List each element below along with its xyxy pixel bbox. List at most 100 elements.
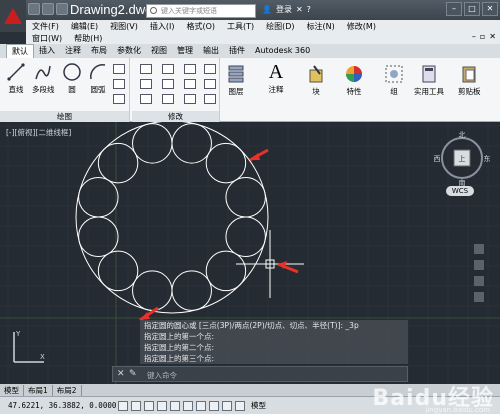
coordinate-readout[interactable]: 47.6221, 36.3882, 0.0000 xyxy=(0,401,118,410)
menu-item[interactable]: 视图(V) xyxy=(104,21,144,32)
command-line[interactable]: ✕ ✎ 键入命令 xyxy=(112,366,408,382)
menu-item[interactable]: 文件(F) xyxy=(26,21,65,32)
search-input[interactable]: 键入关键字或短语 xyxy=(146,4,256,18)
stretch-icon[interactable] xyxy=(140,94,152,104)
dynamic-ucs-icon[interactable] xyxy=(196,400,206,411)
inner-circle[interactable] xyxy=(97,142,139,184)
line-button[interactable]: 直线 xyxy=(6,62,26,95)
command-input[interactable]: 键入命令 xyxy=(147,370,177,381)
draw-panel-label[interactable]: 绘图 xyxy=(0,111,129,122)
inner-circle[interactable] xyxy=(171,270,212,311)
save-icon[interactable] xyxy=(56,3,68,15)
copy-icon[interactable] xyxy=(140,79,152,89)
ribbon-tab[interactable]: 注释 xyxy=(60,44,86,58)
inner-circle[interactable] xyxy=(78,177,119,218)
exchange-icon[interactable]: ✕ xyxy=(296,5,303,14)
outer-circle[interactable] xyxy=(75,122,269,314)
close-button[interactable]: ✕ xyxy=(482,2,498,16)
rectangle-icon[interactable] xyxy=(113,64,125,74)
minimize-button[interactable]: – xyxy=(446,2,462,16)
modify-panel-label[interactable]: 修改 xyxy=(132,111,219,122)
menu-item[interactable]: 窗口(W) xyxy=(26,33,68,44)
erase-icon[interactable] xyxy=(204,64,216,74)
rotate-icon[interactable] xyxy=(162,64,174,74)
hatch-icon[interactable] xyxy=(113,79,125,89)
trim-icon[interactable] xyxy=(184,64,196,74)
inner-circle[interactable] xyxy=(205,142,247,184)
ortho-icon[interactable] xyxy=(144,400,154,411)
layout-tab[interactable]: 模型 xyxy=(0,384,24,396)
lineweight-icon[interactable] xyxy=(222,400,232,411)
ribbon-tab[interactable]: 参数化 xyxy=(112,44,146,58)
close-command-icon[interactable]: ✕ xyxy=(117,369,125,379)
circle-button[interactable]: 圆 xyxy=(62,62,82,95)
layout-tab[interactable]: 布局2 xyxy=(53,384,82,396)
wrench-icon[interactable]: ✎ xyxy=(129,369,137,379)
doc-restore-button[interactable]: ▫ xyxy=(480,32,485,41)
ribbon-tab[interactable]: 管理 xyxy=(172,44,198,58)
ellipse-icon[interactable] xyxy=(113,94,125,104)
application-menu-button[interactable] xyxy=(0,0,26,32)
user-icon[interactable]: 👤 xyxy=(262,5,272,14)
snap-icon[interactable] xyxy=(118,400,128,411)
otrack-icon[interactable] xyxy=(183,400,193,411)
doc-minimize-button[interactable]: – xyxy=(472,32,476,41)
ribbon-tab[interactable]: 输出 xyxy=(198,44,224,58)
maximize-button[interactable]: □ xyxy=(464,2,480,16)
new-icon[interactable] xyxy=(28,3,40,15)
grid-toggle-icon[interactable] xyxy=(131,400,141,411)
inner-circle[interactable] xyxy=(97,250,139,292)
layers-button[interactable]: 图层 xyxy=(226,64,246,97)
mirror-icon[interactable] xyxy=(162,79,174,89)
viewcube[interactable]: 北 南 西 东 上 xyxy=(432,128,494,194)
ribbon-tab[interactable]: 布局 xyxy=(86,44,112,58)
menu-item[interactable]: 格式(O) xyxy=(180,21,221,32)
properties-button[interactable]: 特性 xyxy=(344,64,364,97)
array-icon[interactable] xyxy=(184,94,196,104)
menu-item[interactable]: 插入(I) xyxy=(144,21,181,32)
login-link[interactable]: 登录 xyxy=(276,4,292,15)
ribbon-tab[interactable]: 插件 xyxy=(224,44,250,58)
group-button[interactable]: 组 xyxy=(384,64,404,97)
clipboard-button[interactable]: 剪贴板 xyxy=(458,64,481,97)
inner-circle[interactable] xyxy=(205,250,247,292)
move-icon[interactable] xyxy=(140,64,152,74)
utilities-button[interactable]: 实用工具 xyxy=(414,64,444,97)
arc-button[interactable]: 圆弧 xyxy=(88,62,108,95)
inner-circle[interactable] xyxy=(132,270,173,311)
viewport-label[interactable]: [-][俯视][二维线框] xyxy=(6,127,71,138)
menu-item[interactable]: 修改(M) xyxy=(341,21,382,32)
menu-item[interactable]: 绘图(D) xyxy=(260,21,300,32)
inner-circle[interactable] xyxy=(132,123,173,164)
help-icon[interactable]: ? xyxy=(307,5,311,14)
offset-icon[interactable] xyxy=(204,94,216,104)
ribbon-tab[interactable]: Autodesk 360 xyxy=(250,44,315,58)
ribbon-tab[interactable]: 插入 xyxy=(34,44,60,58)
model-space-toggle[interactable]: 模型 xyxy=(251,400,266,411)
menu-item[interactable]: 标注(N) xyxy=(301,21,341,32)
menu-item[interactable]: 编辑(E) xyxy=(65,21,104,32)
wcs-menu[interactable]: WCS xyxy=(446,186,474,196)
layout-tab[interactable]: 布局1 xyxy=(24,384,53,396)
scale-icon[interactable] xyxy=(162,94,174,104)
polyline-button[interactable]: 多段线 xyxy=(32,62,55,95)
drawing-canvas[interactable]: [-][俯视][二维线框] 北 南 西 东 上 WCS Y X 指定圆的圆心或 … xyxy=(0,122,500,384)
ribbon-tab[interactable]: 视图 xyxy=(146,44,172,58)
fillet-icon[interactable] xyxy=(184,79,196,89)
annotation-button[interactable]: A 注释 xyxy=(266,61,286,95)
osnap-icon[interactable] xyxy=(170,400,180,411)
dynamic-input-icon[interactable] xyxy=(209,400,219,411)
inner-circle[interactable] xyxy=(225,216,266,257)
doc-close-button[interactable]: ✕ xyxy=(489,32,496,41)
orbit-icon[interactable] xyxy=(474,292,484,302)
menu-item[interactable]: 帮助(H) xyxy=(68,33,108,44)
ribbon-tab[interactable]: 默认 xyxy=(6,44,34,58)
pan-icon[interactable] xyxy=(474,260,484,270)
explode-icon[interactable] xyxy=(204,79,216,89)
inner-circle[interactable] xyxy=(171,123,212,164)
inner-circle[interactable] xyxy=(225,177,266,218)
block-button[interactable]: 块 xyxy=(306,64,326,97)
inner-circle[interactable] xyxy=(78,216,119,257)
open-icon[interactable] xyxy=(42,3,54,15)
zoom-icon[interactable] xyxy=(474,276,484,286)
